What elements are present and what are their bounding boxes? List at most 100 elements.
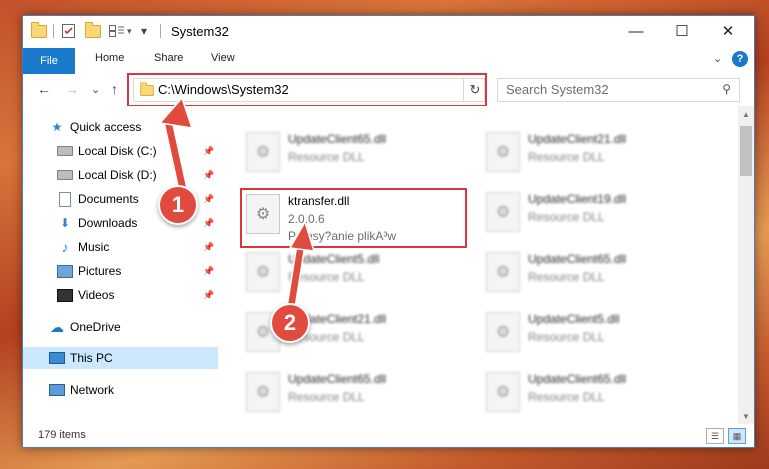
qat-dropdown-icon[interactable]: ▾ (127, 23, 132, 39)
file-type: Resource DLL (288, 150, 365, 164)
file-item[interactable]: ⚙ UpdateClient19.dll Resource DLL (480, 186, 716, 240)
sidebar-item-downloads[interactable]: ⬇ Downloads (57, 212, 137, 234)
scrollbar-thumb[interactable] (740, 126, 752, 176)
file-name: UpdateClient5.dll (528, 312, 620, 326)
sidebar-item-quick-access[interactable]: ★ Quick access (49, 116, 142, 138)
pin-icon[interactable]: 📌 (203, 242, 214, 253)
sidebar-item-label: Downloads (78, 216, 138, 230)
file-item[interactable]: ⚙ UpdateClient65.dll Resource DLL (240, 366, 476, 420)
scroll-up-arrow-icon[interactable]: ▲ (738, 106, 754, 122)
up-button[interactable]: ↑ (111, 81, 118, 97)
sidebar-item-local-disk-d[interactable]: Local Disk (D:) (57, 164, 157, 186)
file-highlight-box (240, 188, 467, 248)
maximize-button[interactable]: ☐ (659, 16, 705, 46)
search-icon[interactable]: ⚲ (722, 82, 731, 96)
recent-locations-button[interactable]: ⌄ (91, 83, 100, 96)
tab-view[interactable]: View (211, 52, 235, 64)
sidebar-item-local-disk-c[interactable]: Local Disk (C:) (57, 140, 157, 162)
computer-icon (49, 350, 65, 366)
explorer-window: ▾ ▾ System32 — ☐ ✕ File Home Share View … (22, 15, 755, 448)
close-button[interactable]: ✕ (705, 16, 751, 46)
pin-icon[interactable]: 📌 (203, 218, 214, 229)
toolbar-divider (53, 24, 54, 38)
qat-menu-icon[interactable]: ▾ (141, 23, 147, 39)
file-type: Resource DLL (288, 390, 365, 404)
expand-ribbon-icon[interactable]: ⌄ (713, 52, 722, 65)
dll-file-icon: ⚙ (486, 372, 520, 412)
minimize-button[interactable]: — (613, 16, 659, 46)
back-button[interactable]: ← (37, 81, 51, 97)
pin-icon[interactable]: 📌 (203, 290, 214, 301)
file-item[interactable]: ⚙ UpdateClient5.dll Resource DLL (240, 246, 476, 300)
large-icons-view-button[interactable]: ▦ (728, 428, 746, 444)
sidebar-item-music[interactable]: ♪ Music (57, 236, 110, 258)
scroll-down-arrow-icon[interactable]: ▼ (738, 408, 754, 424)
callout-badge-2: 2 (270, 303, 310, 343)
forward-button[interactable]: → (65, 81, 79, 97)
drive-icon (57, 167, 73, 183)
sidebar-item-label: OneDrive (70, 320, 121, 334)
sidebar-item-label: Network (70, 383, 115, 397)
folder-icon (31, 21, 47, 39)
file-type: Resource DLL (288, 270, 365, 284)
search-box[interactable]: Search System32 ⚲ (497, 78, 740, 102)
sidebar-item-label: Music (78, 240, 110, 254)
sidebar-item-label: Pictures (78, 264, 122, 278)
dll-file-icon: ⚙ (246, 132, 280, 172)
star-icon: ★ (51, 120, 63, 134)
sidebar-item-label: Documents (78, 192, 139, 206)
sidebar-item-this-pc[interactable]: This PC (49, 347, 113, 369)
navigation-pane: ★ Quick access Local Disk (C:) 📌 Local D… (23, 106, 218, 424)
file-item[interactable]: ⚙ UpdateClient5.dll Resource DLL (480, 306, 716, 360)
help-icon[interactable]: ? (732, 51, 748, 67)
customize-qat-icon[interactable] (109, 23, 125, 39)
dll-file-icon: ⚙ (246, 252, 280, 292)
cloud-icon: ☁ (50, 318, 64, 335)
vertical-scrollbar[interactable]: ▲ ▼ (738, 106, 754, 424)
pin-icon[interactable]: 📌 (203, 146, 214, 157)
search-placeholder[interactable]: Search System32 (506, 82, 609, 97)
file-type: Resource DLL (528, 330, 605, 344)
item-count: 179 items (38, 429, 86, 441)
file-type: Resource DLL (528, 150, 605, 164)
sidebar-item-label: Videos (78, 288, 115, 302)
dll-file-icon: ⚙ (486, 252, 520, 292)
dll-file-icon: ⚙ (486, 132, 520, 172)
details-view-button[interactable]: ☰ (706, 428, 724, 444)
file-item[interactable]: ⚙ UpdateClient65.dll Resource DLL (480, 366, 716, 420)
file-item[interactable]: ⚙ UpdateClient21.dll Resource DLL (480, 126, 716, 180)
properties-icon[interactable] (61, 23, 75, 39)
callout-badge-1: 1 (158, 185, 198, 225)
title-divider (160, 24, 161, 38)
videos-icon (57, 287, 73, 303)
tab-home[interactable]: Home (95, 52, 124, 64)
tab-file[interactable]: File (23, 48, 75, 74)
sidebar-item-label: This PC (70, 351, 113, 365)
file-item[interactable]: ⚙ UpdateClient65.dll Resource DLL (240, 126, 476, 180)
drive-icon (57, 143, 73, 159)
status-bar: 179 items ☰ ▦ (23, 424, 754, 447)
sidebar-item-label: Local Disk (D:) (78, 168, 157, 182)
file-name: UpdateClient21.dll (528, 132, 627, 146)
address-highlight-box (127, 73, 487, 107)
sidebar-item-label: Quick access (70, 120, 142, 134)
file-name: UpdateClient19.dll (528, 192, 627, 206)
file-item[interactable]: ⚙ UpdateClient65.dll Resource DLL (480, 246, 716, 300)
dll-file-icon: ⚙ (486, 192, 520, 232)
music-icon: ♪ (61, 239, 69, 255)
pin-icon[interactable]: 📌 (203, 194, 214, 205)
sidebar-item-onedrive[interactable]: ☁ OneDrive (49, 316, 121, 338)
sidebar-item-pictures[interactable]: Pictures (57, 260, 121, 282)
sidebar-item-network[interactable]: Network (49, 379, 114, 401)
pin-icon[interactable]: 📌 (203, 170, 214, 181)
sidebar-item-documents[interactable]: Documents (57, 188, 139, 210)
tab-share[interactable]: Share (154, 52, 183, 64)
pictures-icon (57, 263, 73, 279)
file-name: UpdateClient65.dll (528, 372, 627, 386)
pin-icon[interactable]: 📌 (203, 266, 214, 277)
file-type: Resource DLL (528, 270, 605, 284)
file-name: UpdateClient65.dll (528, 252, 627, 266)
new-folder-icon[interactable] (85, 21, 101, 39)
sidebar-item-videos[interactable]: Videos (57, 284, 114, 306)
document-icon (57, 191, 73, 207)
